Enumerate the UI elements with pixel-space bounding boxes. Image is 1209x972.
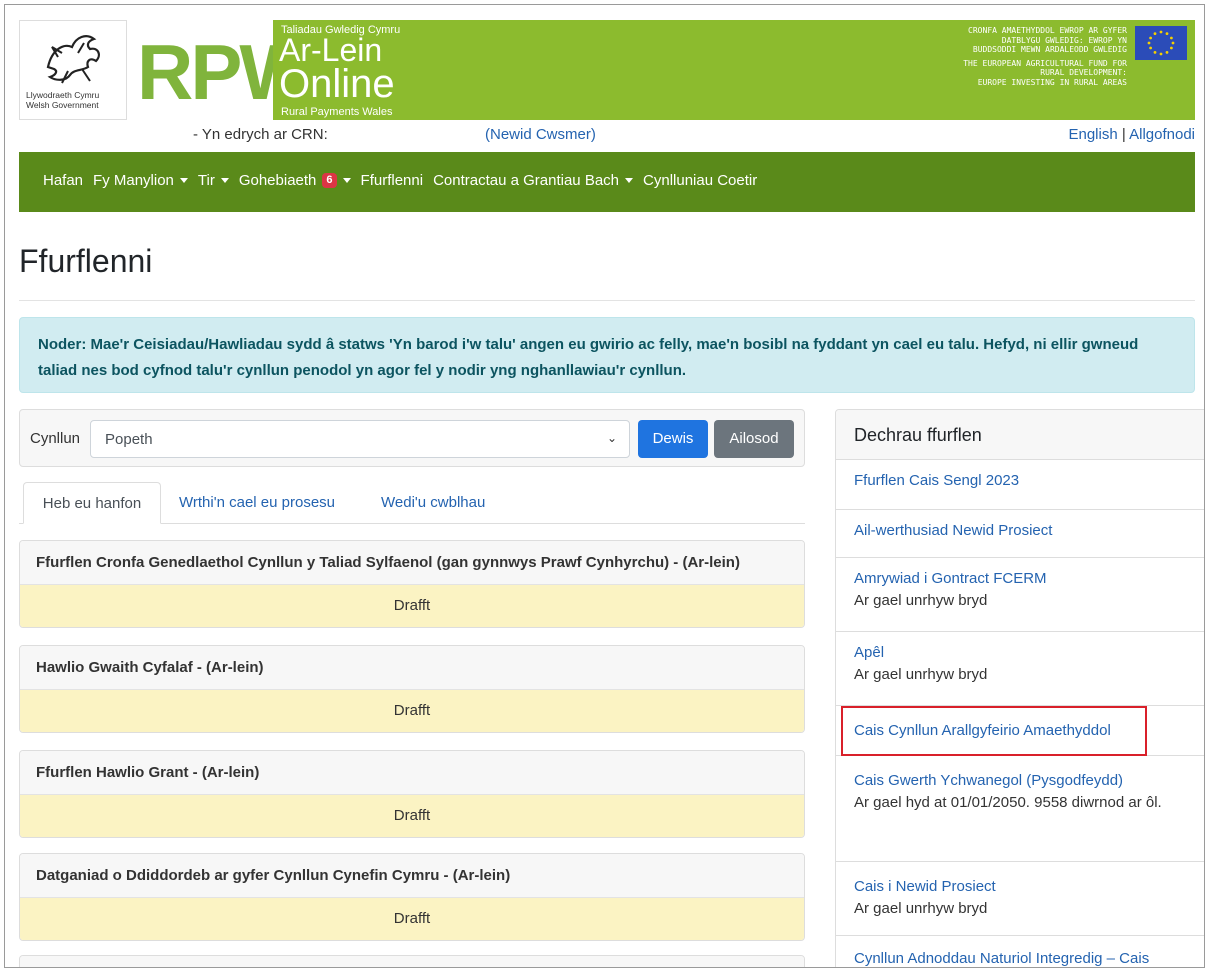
nav-item-woodland-schemes[interactable]: Cynlluniau Coetir (643, 172, 757, 189)
nav-item-label: Cynlluniau Coetir (643, 172, 758, 189)
tab-completed[interactable]: Wedi'u cwblhau (381, 482, 485, 524)
form-card-status: Drafft (20, 690, 804, 732)
page-frame: Llywodraeth Cymru Welsh Government RPW T… (4, 4, 1205, 968)
start-form-link[interactable]: Amrywiad i Gontract FCERM (854, 568, 1192, 590)
form-card-title[interactable]: Ffurflen Cronfa Genedlaethol Cynllun y T… (20, 541, 804, 585)
availability-note: Ar gael unrhyw bryd (854, 666, 988, 683)
start-form-link[interactable]: Cynllun Adnoddau Naturiol Integredig – C… (854, 948, 1192, 967)
scheme-filter-label: Cynllun (30, 430, 81, 447)
eu-flag-icon (1135, 26, 1187, 60)
nav-item-label: Gohebiaeth (238, 172, 317, 189)
start-form-link[interactable]: Ail-werthusiad Newid Prosiect (854, 520, 1192, 542)
nav-item-correspondence[interactable]: Gohebiaeth 6 (239, 172, 351, 189)
start-form-link[interactable]: Ffurflen Cais Sengl 2023 (854, 470, 1192, 492)
highlight-box (841, 706, 1147, 756)
start-form-link[interactable]: Apêl (854, 642, 1192, 664)
form-card[interactable]: Ffurflen Hawlio Grant - (Ar-lein) Drafft (19, 750, 805, 838)
dragon-icon (46, 35, 100, 84)
site-header: Llywodraeth Cymru Welsh Government RPW T… (19, 20, 1195, 120)
start-form-heading: Dechrau ffurflen (836, 410, 1204, 460)
form-card-status: Drafft (20, 585, 804, 627)
nav-item-label: Fy Manylion (93, 172, 174, 189)
form-status-tabs: Heb eu hanfon Wrthi'n cael eu prosesu We… (19, 482, 805, 524)
tab-processing[interactable]: Wrthi'n cael eu prosesu (179, 482, 335, 524)
caret-down-icon (220, 178, 229, 183)
start-form-item[interactable]: Ail-werthusiad Newid Prosiect (836, 510, 1204, 558)
start-form-item[interactable]: Cais Gwerth Ychwanegol (Pysgodfeydd) Ar … (836, 756, 1204, 862)
start-form-item[interactable]: Apêl Ar gael unrhyw bryd (836, 632, 1204, 706)
availability-note: Ar gael unrhyw bryd (854, 900, 988, 917)
link-separator: | (1121, 126, 1126, 143)
form-card-title[interactable]: Hawlio Gwaith Cyfalaf - (Ar-lein) (20, 646, 804, 690)
form-card-title[interactable]: Ffurflen Hawlio Grant - (Ar-lein) (20, 751, 804, 795)
eu-fund-text: CRONFA AMAETHYDDOL EWROP AR GYFER DATBLY… (807, 26, 1127, 87)
tab-not-sent[interactable]: Heb eu hanfon (23, 482, 161, 524)
start-form-link[interactable]: Cais Gwerth Ychwanegol (Pysgodfeydd) (854, 770, 1192, 792)
info-alert: Noder: Mae'r Ceisiadau/Hawliadau sydd â … (19, 317, 1195, 393)
rpw-banner: RPW Taliadau Gwledig Cymru Ar-Lein Onlin… (127, 20, 1195, 120)
chevron-down-icon: ⌄ (606, 431, 617, 445)
nav-item-land[interactable]: Tir (198, 172, 229, 189)
form-card-title[interactable]: Datganiad o Ddiddordeb ar gyfer Cynllun … (20, 854, 804, 898)
nav-item-label: Ffurflenni (360, 172, 424, 189)
page-title: Ffurflenni (19, 243, 153, 279)
start-form-item[interactable]: Amrywiad i Gontract FCERM Ar gael unrhyw… (836, 558, 1204, 632)
scheme-select-value: Popeth (105, 431, 153, 448)
scheme-select[interactable]: Popeth ⌄ (90, 420, 630, 458)
form-card-status: Drafft (20, 795, 804, 837)
main-nav: Hafan Fy Manylion Tir Gohebiaeth 6 Ffurfl… (19, 152, 1195, 212)
eu-text-line: DATBLYGU GWLEDIG: EWROP YN (1001, 35, 1127, 45)
form-card[interactable]: Hawlio Gwaith Cyfalaf - (Ar-lein) Drafft (19, 645, 805, 733)
form-card[interactable]: Ffurflen Cronfa Genedlaethol Cynllun y T… (19, 540, 805, 628)
eu-text-line: EUROPE INVESTING IN RURAL AREAS (977, 77, 1127, 87)
unread-count-badge: 6 (322, 173, 337, 188)
online-subtitle: Rural Payments Wales (281, 106, 393, 118)
eu-text-line: RURAL DEVELOPMENT: (1040, 68, 1127, 77)
divider (19, 300, 1195, 301)
start-form-link[interactable]: Cais i Newid Prosiect (854, 876, 1192, 898)
form-card[interactable]: Datganiad o Ddiddordeb ar gyfer Cynllun … (19, 853, 805, 941)
nav-item-label: Tir (197, 172, 215, 189)
welsh-government-logo[interactable]: Llywodraeth Cymru Welsh Government (19, 20, 127, 120)
availability-note: Ar gael unrhyw bryd (854, 592, 988, 609)
form-card[interactable] (19, 955, 805, 967)
eu-text-line: THE EUROPEAN AGRICULTURAL FUND FOR (963, 58, 1127, 68)
change-customer-link[interactable]: (Newid Cwsmer) (485, 126, 596, 143)
nav-item-label: Hafan (43, 172, 84, 189)
availability-note: Ar gael hyd at 01/01/2050. 9558 diwrnod … (854, 794, 1162, 811)
language-logout-links: English | Allgofnodi (1068, 126, 1195, 143)
scheme-filter: Cynllun Popeth ⌄ Dewis Ailosod (19, 409, 805, 467)
online-title-english: Online (279, 62, 395, 106)
redacted-customer-name (35, 122, 195, 144)
caret-down-icon (625, 178, 634, 183)
online-banner: Taliadau Gwledig Cymru Ar-Lein Online Ru… (273, 20, 1195, 120)
form-card-status: Drafft (20, 898, 804, 940)
reset-button[interactable]: Ailosod (714, 420, 794, 458)
nav-item-contracts-grants[interactable]: Contractau a Grantiau Bach (433, 172, 634, 189)
start-form-item[interactable]: Ffurflen Cais Sengl 2023 (836, 460, 1204, 510)
nav-item-forms[interactable]: Ffurflenni (361, 172, 424, 189)
select-button[interactable]: Dewis (638, 420, 708, 458)
start-form-panel: Dechrau ffurflen Ffurflen Cais Sengl 202… (835, 409, 1204, 967)
eu-text-line: BUDDSODDI MEWN ARDALEODD GWLEDIG (972, 45, 1127, 54)
nav-item-label: Contractau a Grantiau Bach (433, 172, 620, 189)
caret-down-icon (342, 178, 351, 183)
eu-text-line: CRONFA AMAETHYDDOL EWROP AR GYFER (968, 26, 1127, 35)
logout-link[interactable]: Allgofnodi (1129, 126, 1195, 143)
nav-item-home[interactable]: Hafan (43, 172, 83, 189)
viewing-crn-label: - Yn edrych ar CRN: (193, 126, 328, 143)
customer-bar: - Yn edrych ar CRN: (Newid Cwsmer) Engli… (19, 120, 1195, 152)
caret-down-icon (179, 178, 188, 183)
start-form-item[interactable]: Cynllun Adnoddau Naturiol Integredig – C… (836, 936, 1204, 967)
english-link[interactable]: English (1068, 126, 1117, 143)
gov-name-welsh: Llywodraeth Cymru (26, 90, 100, 100)
nav-item-my-details[interactable]: Fy Manylion (93, 172, 188, 189)
gov-name-english: Welsh Government (26, 100, 99, 110)
start-form-item[interactable]: Cais i Newid Prosiect Ar gael unrhyw bry… (836, 862, 1204, 936)
